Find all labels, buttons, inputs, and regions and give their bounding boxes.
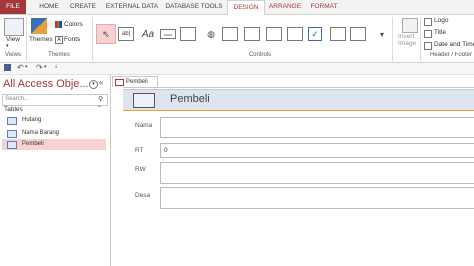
ribbon-separator: [420, 17, 421, 61]
fonts-icon[interactable]: A: [55, 36, 63, 44]
navigation-control-icon[interactable]: [244, 27, 260, 41]
quick-access-toolbar: ↶ ▾ ↷ ▾ ⇣: [0, 63, 474, 75]
chevron-down-icon[interactable]: ▾: [44, 64, 47, 70]
nav-item-pembeli[interactable]: Pembeli: [2, 139, 106, 150]
insert-image-button[interactable]: Insert Image: [398, 33, 420, 47]
ribbon-separator: [26, 17, 27, 61]
tab-divider: [123, 87, 474, 88]
title-button[interactable]: Title: [434, 29, 446, 36]
tab-format[interactable]: FORMAT: [306, 0, 342, 14]
redo-icon[interactable]: ↷: [36, 63, 43, 72]
nav-item-label: Pembeli: [22, 141, 44, 147]
table-icon: [7, 117, 17, 125]
rt-value: 0: [164, 147, 168, 154]
colors-icon[interactable]: [55, 21, 62, 28]
logo-icon[interactable]: [424, 18, 432, 26]
tab-design[interactable]: DESIGN: [227, 0, 265, 16]
button-control-icon[interactable]: xxxx: [160, 29, 176, 39]
nav-item-hutang[interactable]: Hutang: [2, 115, 106, 126]
tab-create[interactable]: CREATE: [66, 0, 100, 14]
label-control-icon[interactable]: Aa: [138, 24, 158, 44]
shutter-bar-open-close-icon[interactable]: «: [99, 78, 103, 87]
combo-box-icon[interactable]: [330, 27, 346, 41]
group-label-controls: Controls: [248, 52, 272, 58]
logo-button[interactable]: Logo: [434, 17, 448, 24]
insert-image-icon[interactable]: [402, 18, 418, 33]
nav-pane-title[interactable]: All Access Obje...: [3, 78, 89, 90]
nav-section-tables[interactable]: Tables: [4, 106, 23, 113]
group-label-header-footer: Header / Footer: [430, 52, 473, 58]
date-time-icon[interactable]: [424, 42, 432, 50]
save-icon[interactable]: [4, 64, 11, 71]
rt-field[interactable]: 0: [160, 143, 474, 158]
nav-item-nama-barang[interactable]: Nama Barang: [2, 128, 106, 139]
table-icon: [7, 141, 17, 149]
ribbon-tab-bar: FILE HOME CREATE EXTERNAL DATA DATABASE …: [0, 0, 474, 16]
web-browser-control-icon[interactable]: [222, 27, 238, 41]
chevron-down-icon[interactable]: ▾: [6, 43, 9, 49]
rw-field[interactable]: [160, 162, 474, 184]
field-label-desa[interactable]: Desa: [135, 192, 150, 199]
hyperlink-globe-icon[interactable]: ◍: [201, 24, 221, 44]
tab-external-data[interactable]: EXTERNAL DATA: [104, 0, 160, 14]
navigation-pane: All Access Obje... ▾ « Search... ⚲ Table…: [0, 75, 111, 266]
field-label-rw[interactable]: RW: [135, 166, 146, 173]
nama-field[interactable]: [160, 117, 474, 138]
document-area: Pembeli ⊞ Pembeli Nama RT 0 RW Desa: [112, 75, 474, 266]
textbox-control-icon[interactable]: ab|: [118, 27, 134, 41]
themes-icon[interactable]: [31, 18, 47, 34]
field-label-nama[interactable]: Nama: [135, 122, 152, 129]
group-label-views: Views: [5, 52, 21, 58]
view-button[interactable]: View: [6, 36, 20, 43]
form-icon: [115, 79, 124, 86]
view-icon[interactable]: [4, 18, 24, 36]
colors-button[interactable]: Colors: [64, 21, 83, 28]
themes-button[interactable]: Themes: [29, 36, 52, 43]
tab-file[interactable]: FILE: [0, 0, 26, 14]
checkbox-control-icon[interactable]: ✓: [308, 27, 322, 41]
option-group-icon[interactable]: [266, 27, 282, 41]
search-icon[interactable]: ⚲: [98, 95, 103, 103]
ribbon-body: View ▾ Views Themes Colors A Fonts Theme…: [0, 15, 474, 63]
tab-arrange[interactable]: ARRANGE: [267, 0, 303, 14]
nav-menu-chevron-icon[interactable]: ▾: [89, 80, 98, 89]
table-icon: [7, 130, 17, 138]
title-icon[interactable]: [424, 30, 432, 38]
field-label-rt[interactable]: RT: [135, 147, 144, 154]
ribbon-separator: [392, 17, 393, 61]
more-controls-icon[interactable]: ▾: [372, 24, 392, 44]
nav-search-input[interactable]: Search... ⚲: [2, 94, 108, 106]
ribbon-separator: [92, 17, 93, 61]
form-logo-icon[interactable]: [133, 93, 155, 108]
document-tab-pembeli[interactable]: Pembeli: [112, 76, 158, 87]
search-placeholder: Search...: [5, 96, 30, 102]
page-break-icon[interactable]: [287, 27, 303, 41]
select-pointer-icon[interactable]: ⇖: [96, 24, 116, 44]
chevron-down-icon[interactable]: ▾: [25, 64, 28, 70]
undo-icon[interactable]: ↶: [17, 63, 24, 72]
list-box-icon[interactable]: [350, 27, 366, 41]
desa-field[interactable]: [160, 187, 474, 209]
collapse-section-icon[interactable]: ⌃: [97, 105, 102, 112]
fonts-button[interactable]: Fonts: [64, 36, 80, 43]
tab-database-tools[interactable]: DATABASE TOOLS: [165, 0, 223, 14]
group-label-themes: Themes: [48, 52, 70, 58]
customize-toolbar-icon[interactable]: ⇣: [54, 64, 58, 70]
form-header[interactable]: Pembeli: [123, 89, 474, 111]
nav-item-label: Nama Barang: [22, 130, 60, 136]
form-title[interactable]: Pembeli: [170, 92, 210, 106]
document-tab-label: Pembeli: [126, 79, 148, 85]
nav-item-label: Hutang: [22, 117, 42, 123]
tab-home[interactable]: HOME: [34, 0, 64, 14]
tab-control-icon[interactable]: [180, 27, 196, 41]
date-time-button[interactable]: Date and Time: [434, 41, 474, 48]
